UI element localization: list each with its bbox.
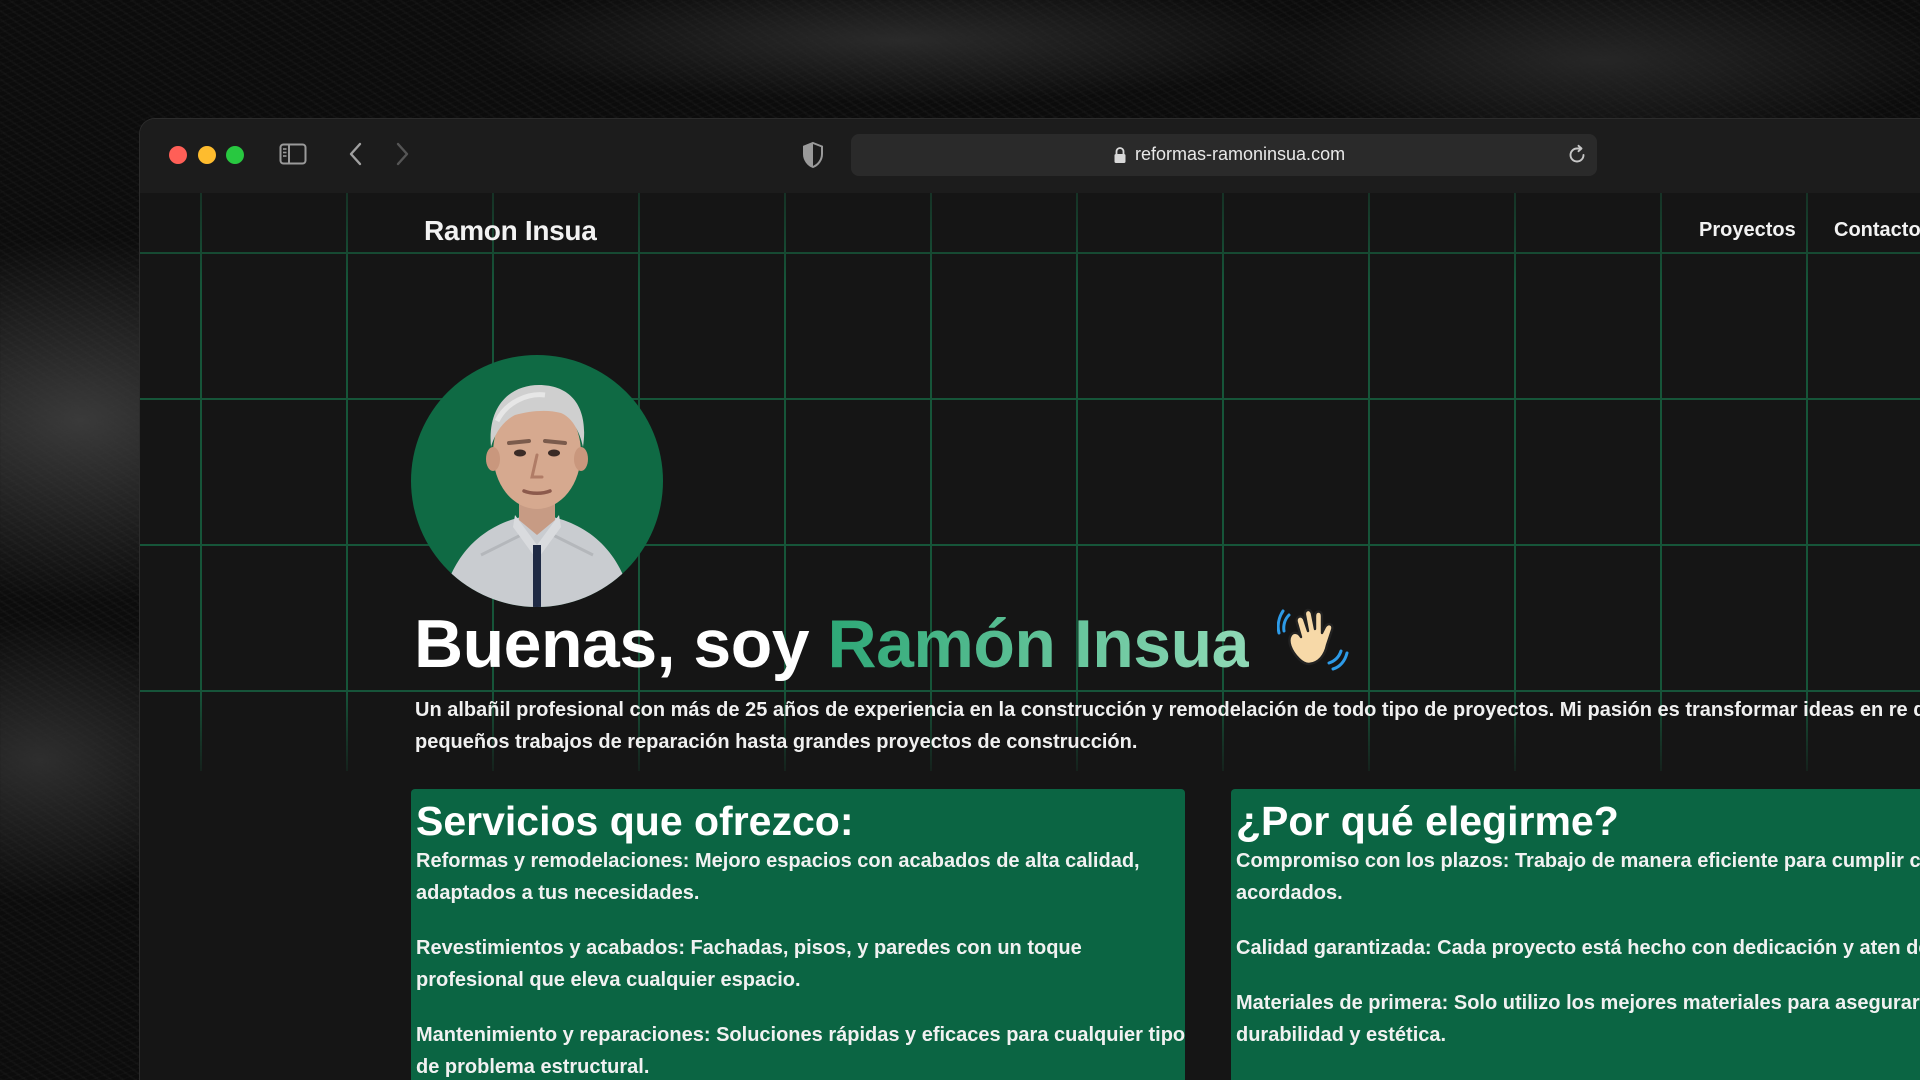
grid-fade — [140, 193, 1920, 771]
nav-link-contacto[interactable]: Contacto — [1834, 219, 1920, 242]
waving-hand-icon — [1277, 608, 1349, 671]
nav-link-proyectos[interactable]: Proyectos — [1699, 219, 1796, 242]
lock-icon — [1114, 147, 1126, 163]
profile-photo — [411, 355, 663, 607]
hero-headline: Buenas, soy Ramón Insua — [414, 601, 1349, 683]
why-item: Compromiso con los plazos: Trabajo de ma… — [1236, 850, 1920, 904]
browser-toolbar: reformas-ramoninsua.com — [140, 119, 1920, 193]
why-item: Materiales de primera: Solo utilizo los … — [1236, 992, 1920, 1046]
why-card: ¿Por qué elegirme? Compromiso con los pl… — [1231, 789, 1920, 1080]
zoom-window-button[interactable] — [226, 146, 244, 164]
hero-greeting: Buenas, soy — [414, 606, 828, 682]
reload-icon[interactable] — [1566, 144, 1588, 166]
services-card: Servicios que ofrezco: Reformas y remode… — [411, 789, 1185, 1080]
hero-name: Ramón Insua — [827, 606, 1250, 682]
site-brand[interactable]: Ramon Insua — [424, 215, 597, 247]
forward-icon[interactable] — [392, 141, 412, 167]
services-item: Mantenimiento y reparaciones: Soluciones… — [416, 1024, 1186, 1078]
close-window-button[interactable] — [169, 146, 187, 164]
services-item: Reformas y remodelaciones: Mejoro espaci… — [416, 850, 1140, 904]
why-item: Calidad garantizada: Cada proyecto está … — [1236, 937, 1920, 959]
minimize-window-button[interactable] — [198, 146, 216, 164]
sidebar-icon[interactable] — [279, 143, 307, 165]
services-title: Servicios que ofrezco: — [416, 798, 854, 844]
back-icon[interactable] — [346, 141, 366, 167]
hero-intro: Un albañil profesional con más de 25 año… — [415, 699, 1920, 753]
services-item: Revestimientos y acabados: Fachadas, pis… — [416, 937, 1082, 991]
why-title: ¿Por qué elegirme? — [1236, 798, 1619, 844]
page-viewport: Ramon Insua Proyectos Contacto Buenas, s… — [140, 193, 1920, 1080]
shield-icon[interactable] — [801, 141, 825, 169]
address-bar[interactable]: reformas-ramoninsua.com — [851, 134, 1597, 176]
browser-window: reformas-ramoninsua.com Ramon Insua Proy… — [139, 118, 1920, 1080]
address-url[interactable]: reformas-ramoninsua.com — [1135, 144, 1345, 165]
